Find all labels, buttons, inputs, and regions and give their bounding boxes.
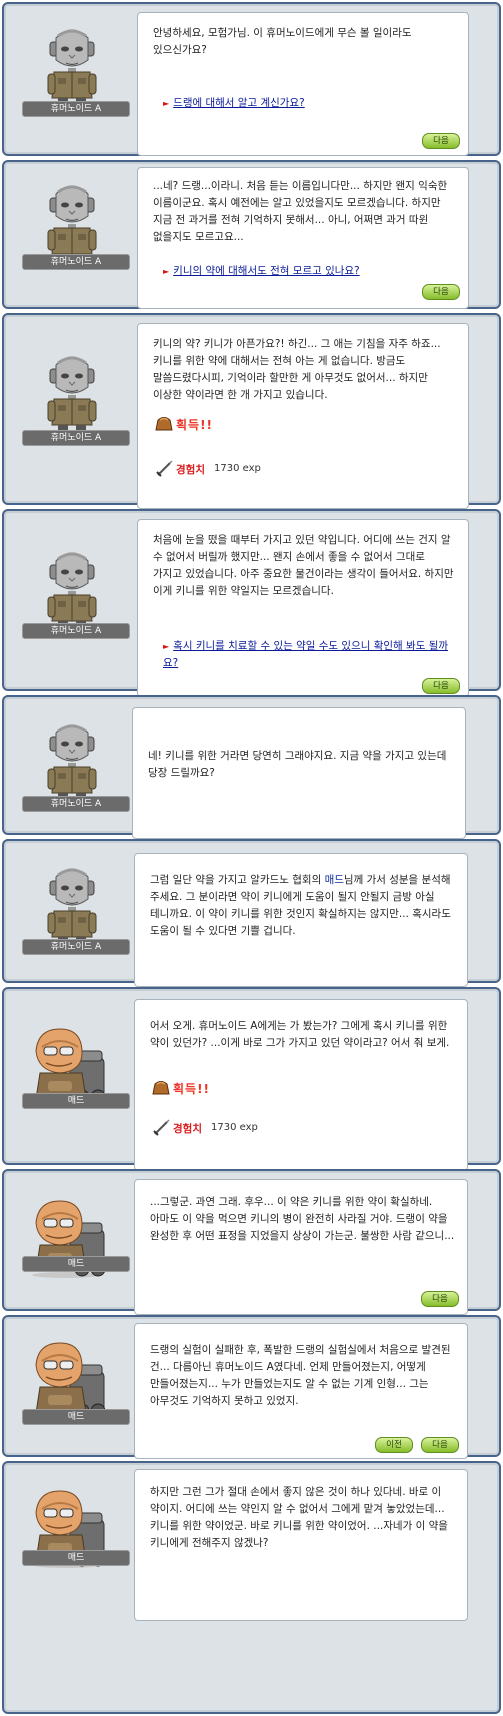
item-bag-icon bbox=[151, 1078, 171, 1100]
dialog-frame: 휴머노이드 A 안녕하세요, 모험가님. 이 휴머노이드에게 무슨 볼 일이라도 … bbox=[2, 2, 501, 156]
dialog-text-box: 안녕하세요, 모험가님. 이 휴머노이드에게 무슨 볼 일이라도 있으신가요? ►… bbox=[137, 12, 469, 156]
npc-portrait-humanoid bbox=[40, 351, 104, 441]
dialog-text: ...그렇군. 과연 그래. 후우... 이 약은 키니를 위한 약이 확실하네… bbox=[150, 1196, 455, 1242]
dialog-frame: 휴머노이드 A ...네? 드랭...이라니. 처음 듣는 이름입니다만... 하… bbox=[2, 160, 501, 309]
dialog-text-box: 드랭의 실험이 실패한 후, 폭발한 드랭의 실험실에서 처음으로 발견된 건.… bbox=[134, 1323, 468, 1459]
dialog-frame: 매드 ...그렇군. 과연 그래. 후우... 이 약은 키니를 위한 약이 확실… bbox=[2, 1169, 501, 1315]
dialog-text-box: ...네? 드랭...이라니. 처음 듣는 이름입니다만... 하지만 왠지 익… bbox=[137, 167, 469, 309]
exp-label: 경험치 bbox=[173, 1123, 202, 1135]
exp-label: 경험치 bbox=[176, 464, 205, 476]
dialog-text-box: ...그렇군. 과연 그래. 후우... 이 약은 키니를 위한 약이 확실하네… bbox=[134, 1179, 468, 1315]
dialog-option-text: 드랭에 대해서 알고 계신가요? bbox=[173, 97, 305, 109]
dialog-text: 네! 키니를 위한 거라면 당연히 그래야지요. 지금 약을 가지고 있는데 당… bbox=[148, 750, 450, 779]
highlighted-npc-name: 매드 bbox=[324, 874, 344, 886]
dialog-text: 어서 오게. 휴머노이드 A에게는 가 봤는가? 그에게 혹시 키니를 위한 약… bbox=[150, 1020, 451, 1049]
dialog-option-text: 키니의 약에 대해서도 전혀 모르고 있나요? bbox=[173, 265, 360, 277]
npc-nameplate: 휴머노이드 A bbox=[22, 796, 130, 812]
dialog-panel: 매드 어서 오게. 휴머노이드 A에게는 가 봤는가? 그에게 혹시 키니를 위한… bbox=[0, 985, 503, 1171]
dialog-frame: 휴머노이드 A 네! 키니를 위한 거라면 당연히 그래야지요. 지금 약을 가지… bbox=[2, 695, 501, 839]
npc-nameplate: 매드 bbox=[22, 1550, 130, 1566]
dialog-text-box: 하지만 그런 그가 절대 손에서 좋지 않은 것이 하나 있다네. 바로 이 약… bbox=[134, 1469, 468, 1621]
dialog-text: 안녕하세요, 모험가님. 이 휴머노이드에게 무슨 볼 일이라도 있으신가요? bbox=[153, 27, 415, 56]
exp-value: 1730 exp bbox=[214, 463, 261, 474]
item-bag-icon bbox=[154, 414, 174, 436]
dialog-panel: 매드 드랭의 실험이 실패한 후, 폭발한 드랭의 실험실에서 처음으로 발견된 … bbox=[0, 1313, 503, 1459]
dialog-frame: 휴머노이드 A 그럼 일단 약을 가지고 알카드노 협회의 매드님께 가서 성분을… bbox=[2, 839, 501, 987]
dialog-panel: 휴머노이드 A 키니의 약? 키니가 아픈가요?! 하긴... 그 애는 기침을 … bbox=[0, 311, 503, 509]
next-button[interactable]: 다음 bbox=[422, 284, 460, 300]
dialog-text-box: 처음에 눈을 떴을 때부터 가지고 있던 약입니다. 어디에 쓰는 건지 알 수… bbox=[137, 519, 469, 697]
prev-button[interactable]: 이전 bbox=[375, 1437, 413, 1453]
exp-sword-icon bbox=[154, 459, 174, 483]
npc-nameplate: 휴머노이드 A bbox=[22, 430, 130, 446]
dialog-option-link[interactable]: ► 혹시 키니를 치료할 수 있는 약일 수도 있으니 확인해 봐도 될까요? bbox=[163, 638, 456, 671]
exp-value: 1730 exp bbox=[211, 1122, 258, 1133]
dialog-panel: 매드 ...그렇군. 과연 그래. 후우... 이 약은 키니를 위한 약이 확실… bbox=[0, 1167, 503, 1315]
dialog-text-box: 네! 키니를 위한 거라면 당연히 그래야지요. 지금 약을 가지고 있는데 당… bbox=[132, 707, 466, 839]
next-button[interactable]: 다음 bbox=[421, 1437, 459, 1453]
option-arrow-icon: ► bbox=[163, 267, 170, 276]
next-button[interactable]: 다음 bbox=[422, 678, 460, 694]
next-button[interactable]: 다음 bbox=[422, 133, 460, 149]
npc-nameplate: 휴머노이드 A bbox=[22, 939, 130, 955]
npc-nameplate: 휴머노이드 A bbox=[22, 623, 130, 639]
npc-nameplate: 휴머노이드 A bbox=[22, 101, 130, 117]
dialog-frame: 휴머노이드 A 키니의 약? 키니가 아픈가요?! 하긴... 그 애는 기침을 … bbox=[2, 313, 501, 509]
exp-sword-icon bbox=[151, 1118, 171, 1142]
dialog-text: 하지만 그런 그가 절대 손에서 좋지 않은 것이 하나 있다네. 바로 이 약… bbox=[150, 1486, 452, 1549]
option-arrow-icon: ► bbox=[163, 99, 170, 108]
dialog-text: 키니의 약? 키니가 아픈가요?! 하긴... 그 애는 기침을 자주 하죠..… bbox=[153, 338, 444, 401]
npc-nameplate: 매드 bbox=[22, 1256, 130, 1272]
dialog-panel: 휴머노이드 A 그럼 일단 약을 가지고 알카드노 협회의 매드님께 가서 성분을… bbox=[0, 837, 503, 987]
dialog-frame: 매드 어서 오게. 휴머노이드 A에게는 가 봤는가? 그에게 혹시 키니를 위한… bbox=[2, 987, 501, 1171]
dialog-panel: 휴머노이드 A 네! 키니를 위한 거라면 당연히 그래야지요. 지금 약을 가지… bbox=[0, 693, 503, 839]
dialog-text-box: 키니의 약? 키니가 아픈가요?! 하긴... 그 애는 기침을 자주 하죠..… bbox=[137, 323, 469, 509]
reward-acquired-label: 획득!! bbox=[173, 1082, 211, 1096]
npc-nameplate: 휴머노이드 A bbox=[22, 254, 130, 270]
option-arrow-icon: ► bbox=[163, 642, 170, 651]
npc-nameplate: 매드 bbox=[22, 1093, 130, 1109]
dialog-text: ...네? 드랭...이라니. 처음 듣는 이름입니다만... 하지만 왠지 익… bbox=[153, 180, 451, 243]
dialog-text: 그럼 일단 약을 가지고 알카드노 협회의 매드님께 가서 성분을 분석해 주세… bbox=[150, 874, 455, 937]
dialog-option-link[interactable]: ► 키니의 약에 대해서도 전혀 모르고 있나요? bbox=[163, 263, 456, 280]
dialog-frame: 매드 하지만 그런 그가 절대 손에서 좋지 않은 것이 하나 있다네. 바로 이… bbox=[2, 1461, 501, 1714]
dialog-option-text: 혹시 키니를 치료할 수 있는 약일 수도 있으니 확인해 봐도 될까요? bbox=[163, 640, 449, 669]
dialog-text: 드랭의 실험이 실패한 후, 폭발한 드랭의 실험실에서 처음으로 발견된 건.… bbox=[150, 1344, 454, 1407]
npc-nameplate: 매드 bbox=[22, 1409, 130, 1425]
dialog-option-link[interactable]: ► 드랭에 대해서 알고 계신가요? bbox=[163, 95, 456, 112]
dialog-text-box: 어서 오게. 휴머노이드 A에게는 가 봤는가? 그에게 혹시 키니를 위한 약… bbox=[134, 999, 468, 1171]
next-button[interactable]: 다음 bbox=[421, 1291, 459, 1307]
dialog-text-box: 그럼 일단 약을 가지고 알카드노 협회의 매드님께 가서 성분을 분석해 주세… bbox=[134, 853, 468, 987]
dialog-panel: 휴머노이드 A 안녕하세요, 모험가님. 이 휴머노이드에게 무슨 볼 일이라도 … bbox=[0, 0, 503, 158]
reward-acquired-label: 획득!! bbox=[176, 418, 214, 432]
dialog-panel: 휴머노이드 A 처음에 눈을 떴을 때부터 가지고 있던 약입니다. 어디에 쓰는… bbox=[0, 507, 503, 697]
dialog-panel: 휴머노이드 A ...네? 드랭...이라니. 처음 듣는 이름입니다만... 하… bbox=[0, 158, 503, 311]
dialog-panel: 매드 하지만 그런 그가 절대 손에서 좋지 않은 것이 하나 있다네. 바로 이… bbox=[0, 1459, 503, 1716]
dialog-text: 처음에 눈을 떴을 때부터 가지고 있던 약입니다. 어디에 쓰는 건지 알 수… bbox=[153, 534, 457, 597]
dialog-frame: 매드 드랭의 실험이 실패한 후, 폭발한 드랭의 실험실에서 처음으로 발견된 … bbox=[2, 1315, 501, 1459]
dialog-frame: 휴머노이드 A 처음에 눈을 떴을 때부터 가지고 있던 약입니다. 어디에 쓰는… bbox=[2, 509, 501, 697]
